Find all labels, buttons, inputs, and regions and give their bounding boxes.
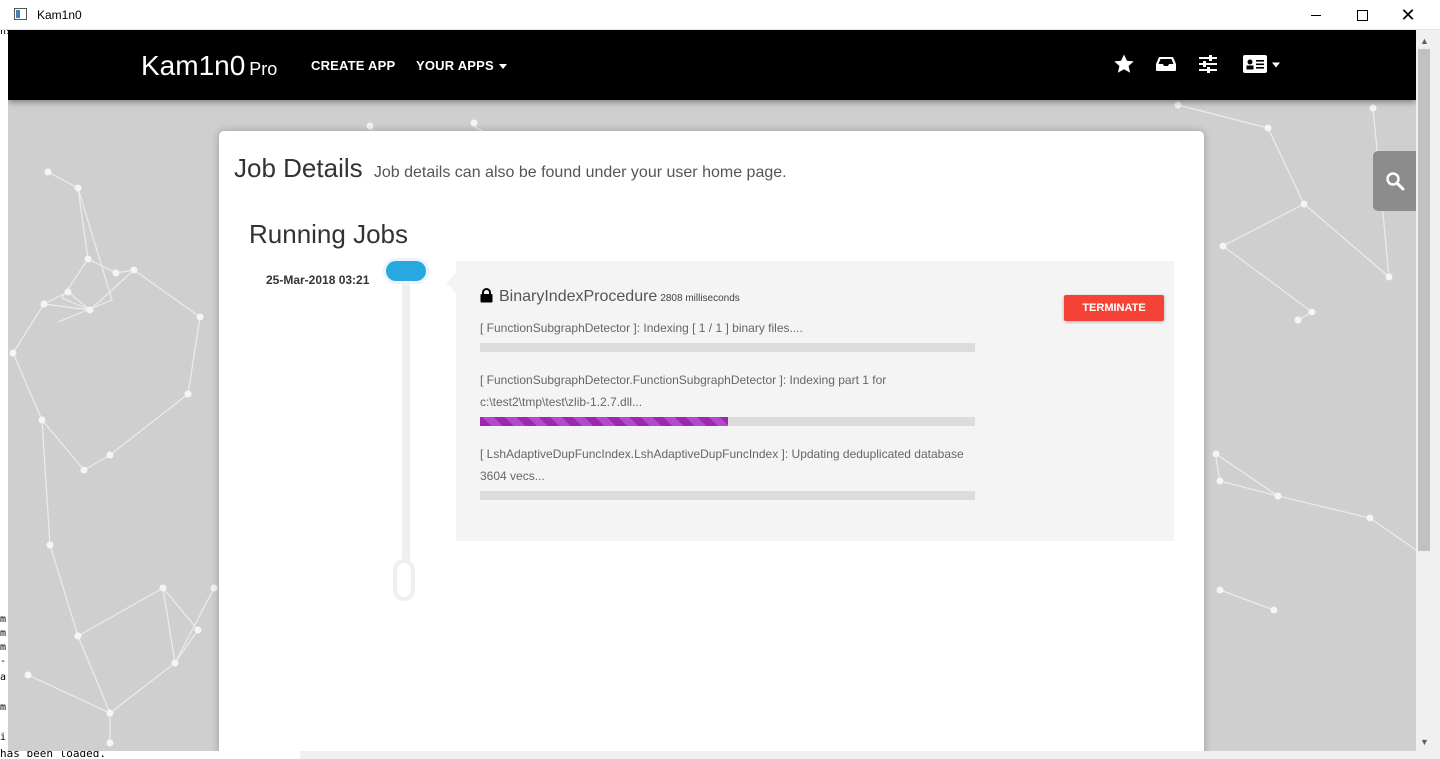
- top-navbar: Kam1n0 Pro CREATE APP YOUR APPS: [8, 30, 1416, 100]
- timeline-marker: [386, 261, 426, 281]
- maximize-button[interactable]: [1339, 0, 1385, 30]
- scroll-down-arrow-icon[interactable]: ▼: [1416, 733, 1433, 750]
- task-item: [ LshAdaptiveDupFuncIndex.LshAdaptiveDup…: [480, 443, 975, 500]
- job-duration: 2808 milliseconds: [660, 293, 740, 304]
- maximize-icon: [1356, 9, 1368, 21]
- page-title: Job Details Job details can also be foun…: [234, 153, 787, 184]
- brand-subtitle: Pro: [249, 59, 278, 79]
- job-entry: BinaryIndexProcedure 2808 milliseconds TE…: [446, 261, 1174, 541]
- running-jobs-heading: Running Jobs: [249, 219, 408, 249]
- id-card-icon[interactable]: [1242, 52, 1282, 76]
- close-button[interactable]: ✕: [1385, 0, 1431, 30]
- task-progress-bar: [480, 343, 975, 352]
- terminate-button[interactable]: TERMINATE: [1064, 295, 1164, 321]
- task-message-detail: 3604 vecs...: [480, 469, 545, 483]
- caret-down-icon: [498, 64, 507, 70]
- job-timestamp: 25-Mar-2018 03:21: [266, 273, 370, 287]
- window-border: [1433, 30, 1440, 759]
- task-progress-fill: [480, 417, 728, 426]
- task-message: [ FunctionSubgraphDetector.FunctionSubgr…: [480, 373, 887, 387]
- page-title-text: Job Details: [234, 153, 363, 183]
- your-apps-label: YOUR APPS: [416, 58, 494, 73]
- brand-name: Kam1n0: [141, 50, 246, 81]
- scroll-up-arrow-icon[interactable]: ▲: [1416, 32, 1433, 49]
- create-app-link[interactable]: CREATE APP: [311, 58, 395, 73]
- task-message: [ FunctionSubgraphDetector ]: Indexing […: [480, 321, 803, 335]
- star-icon[interactable]: [1112, 52, 1136, 76]
- app-viewport: Kam1n0 Pro CREATE APP YOUR APPS Job Deta…: [8, 30, 1416, 751]
- inbox-icon[interactable]: [1154, 52, 1178, 76]
- sliders-icon[interactable]: [1196, 52, 1220, 76]
- page-subtitle: Job details can also be found under your…: [373, 164, 787, 181]
- task-item: [ FunctionSubgraphDetector ]: Indexing […: [480, 317, 975, 352]
- vertical-scrollbar[interactable]: ▲ ▼: [1416, 30, 1433, 751]
- task-message-path: c:\test2\tmp\test\zlib-1.2.7.dll...: [480, 395, 643, 409]
- app-window-icon: [14, 8, 27, 20]
- job-details-card: Job Details Job details can also be foun…: [219, 131, 1204, 751]
- task-item: [ FunctionSubgraphDetector.FunctionSubgr…: [480, 369, 975, 426]
- close-icon: ✕: [1400, 5, 1416, 25]
- minimize-button[interactable]: [1293, 0, 1339, 30]
- task-message: [ LshAdaptiveDupFuncIndex.LshAdaptiveDup…: [480, 447, 964, 461]
- brand-logo[interactable]: Kam1n0 Pro: [141, 50, 277, 82]
- lock-icon: [480, 288, 493, 303]
- job-name: BinaryIndexProcedure: [499, 288, 658, 305]
- timeline-end-marker: [393, 559, 415, 601]
- scrollbar-thumb[interactable]: [1418, 49, 1430, 551]
- task-progress-bar: [480, 491, 975, 500]
- task-progress-bar: [480, 417, 975, 426]
- search-button[interactable]: [1373, 151, 1416, 211]
- minimize-icon: [1311, 14, 1321, 16]
- background-console: ns m m m - a m i: [0, 30, 8, 759]
- search-icon: [1385, 172, 1404, 191]
- your-apps-dropdown[interactable]: YOUR APPS: [416, 58, 507, 73]
- window-title: Kam1n0: [37, 8, 82, 22]
- window-titlebar: Kam1n0 ✕: [0, 0, 1440, 30]
- timeline-line: [402, 276, 410, 601]
- job-header: BinaryIndexProcedure 2808 milliseconds: [480, 288, 740, 306]
